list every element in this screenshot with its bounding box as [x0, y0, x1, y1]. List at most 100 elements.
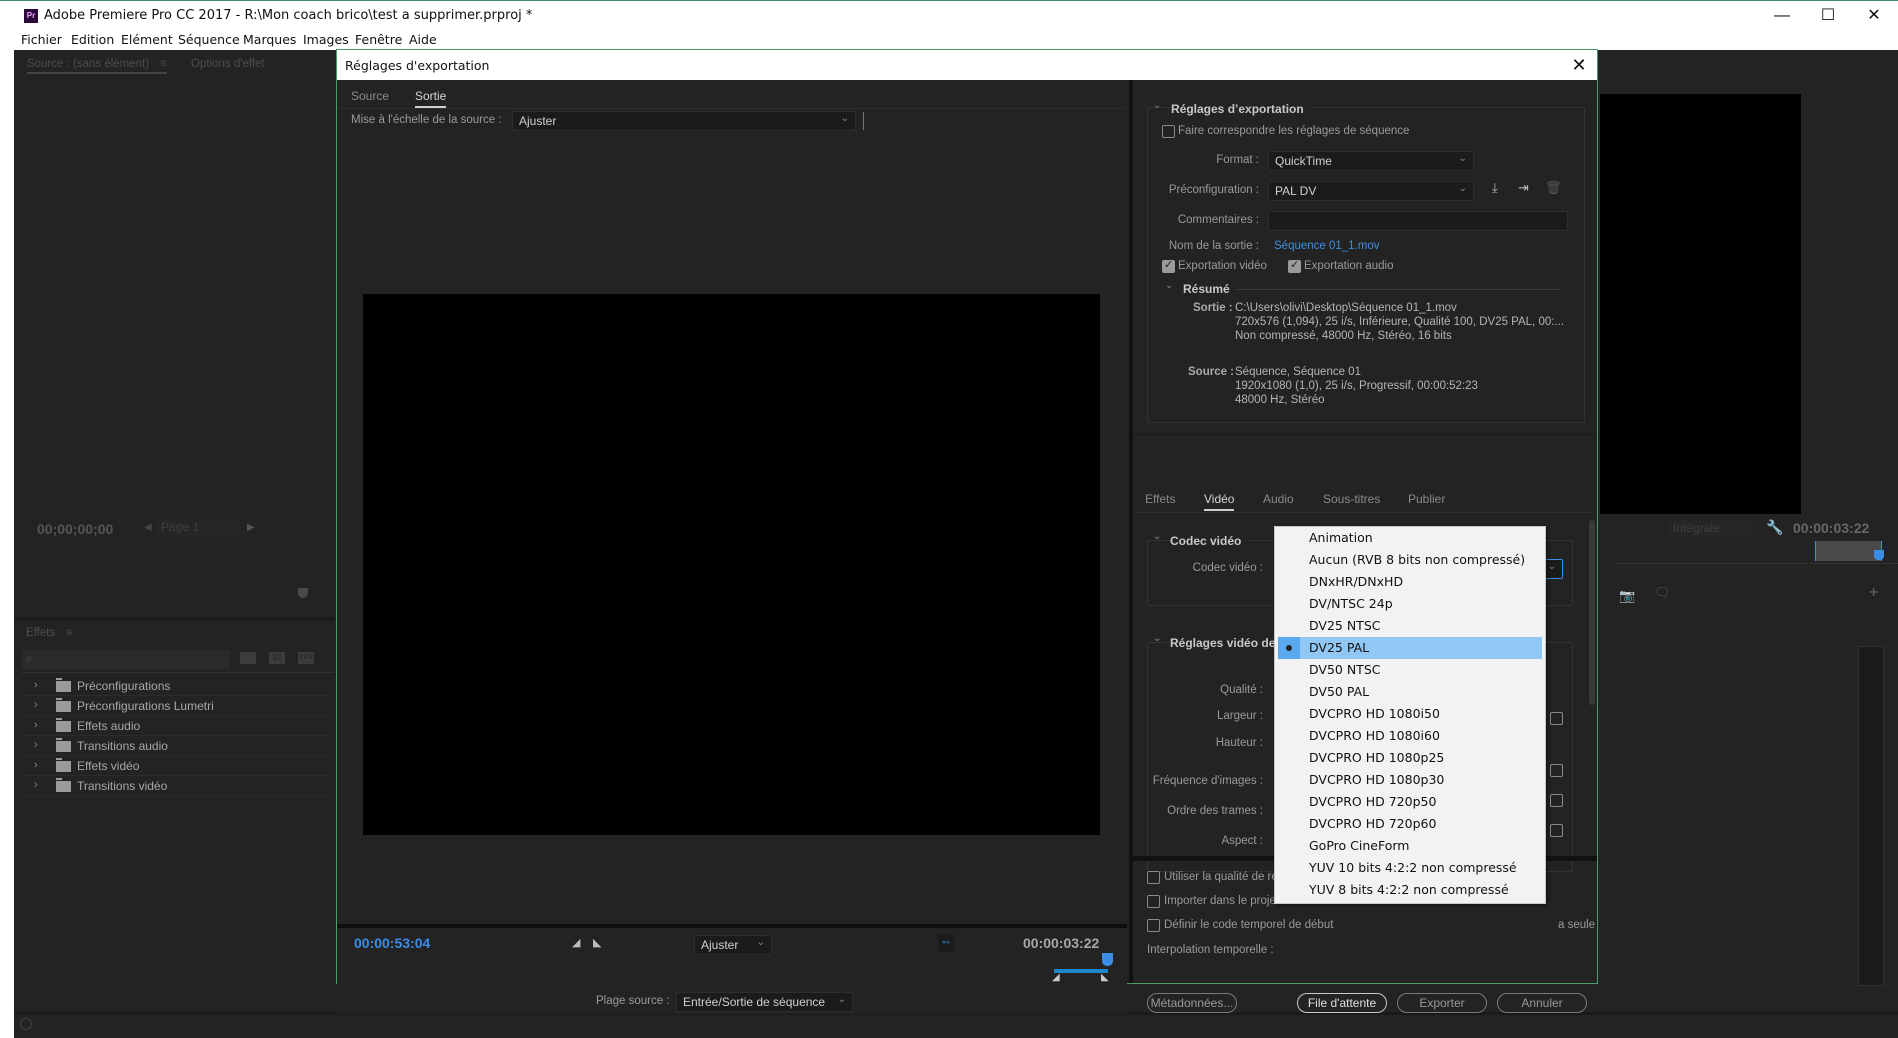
- effects-tree-item[interactable]: › Transitions vidéo: [22, 776, 332, 796]
- out-point-handle[interactable]: ◣: [1101, 972, 1109, 983]
- tab-sortie[interactable]: Sortie: [415, 89, 447, 108]
- menu-marques[interactable]: Marques: [243, 32, 296, 47]
- export-button[interactable]: Exporter: [1397, 993, 1487, 1013]
- scale-select[interactable]: Ajuster ⌄: [512, 111, 856, 131]
- import-project-checkbox[interactable]: [1147, 895, 1160, 908]
- codec-option[interactable]: YUV 8 bits 4:2:2 non compressé: [1275, 879, 1545, 901]
- set-in-point-icon[interactable]: ◢: [572, 936, 580, 949]
- width-match-checkbox[interactable]: [1550, 712, 1563, 725]
- max-render-quality-checkbox[interactable]: [1147, 871, 1160, 884]
- program-zoom-select[interactable]: Intégrale: [1667, 520, 1753, 536]
- codec-option[interactable]: DNxHR/DNxHD: [1275, 571, 1545, 593]
- codec-option[interactable]: DVCPRO HD 1080p25: [1275, 747, 1545, 769]
- comment-icon[interactable]: 🗨: [1654, 585, 1671, 601]
- 32bit-effects-icon[interactable]: 32: [269, 652, 285, 664]
- import-preset-icon[interactable]: ⇥: [1518, 180, 1529, 196]
- output-name-link[interactable]: Séquence 01_1.mov: [1274, 240, 1380, 252]
- format-select[interactable]: QuickTime ⌄: [1268, 151, 1474, 171]
- codec-option[interactable]: GoPro CineForm: [1275, 835, 1545, 857]
- yuv-effects-icon[interactable]: YUV: [298, 652, 314, 664]
- codec-option[interactable]: DVCPRO HD 1080p30: [1275, 769, 1545, 791]
- tab-sous-titres[interactable]: Sous-titres: [1323, 492, 1380, 506]
- effects-tree-item[interactable]: › Préconfigurations Lumetri: [22, 696, 332, 716]
- codec-option[interactable]: DV/NTSC 24p: [1275, 593, 1545, 615]
- effects-tree-item[interactable]: › Préconfigurations: [22, 676, 332, 696]
- set-out-point-icon[interactable]: ◣: [593, 936, 601, 949]
- accelerated-effects-icon[interactable]: [240, 652, 256, 664]
- camera-icon[interactable]: 📷: [1619, 588, 1635, 604]
- in-point-handle[interactable]: ◢: [1052, 972, 1060, 983]
- effects-search-input[interactable]: ⌕: [22, 650, 230, 669]
- panel-menu-icon[interactable]: ≡: [160, 58, 167, 70]
- effects-tree-item[interactable]: › Transitions audio: [22, 736, 332, 756]
- program-playhead[interactable]: [1874, 550, 1884, 560]
- menu-fichier[interactable]: Fichier: [21, 32, 62, 47]
- collapse-chevron-icon[interactable]: ⌄: [1153, 633, 1161, 644]
- marker-icon[interactable]: [298, 588, 308, 598]
- zoom-select[interactable]: Ajuster ⌄: [694, 935, 772, 955]
- tab-video[interactable]: Vidéo: [1204, 492, 1235, 511]
- effects-tree-item[interactable]: › Effets vidéo: [22, 756, 332, 776]
- codec-option[interactable]: DV25 NTSC: [1275, 615, 1545, 637]
- start-timecode-checkbox[interactable]: [1147, 919, 1160, 932]
- frame-rate-match-checkbox[interactable]: [1550, 764, 1563, 777]
- collapse-chevron-icon[interactable]: ⌄: [1165, 280, 1173, 291]
- settings-scrollbar[interactable]: [1589, 520, 1595, 705]
- codec-option[interactable]: Animation: [1275, 527, 1545, 549]
- wrench-icon[interactable]: 🔧: [1766, 519, 1783, 536]
- tab-audio[interactable]: Audio: [1263, 492, 1294, 506]
- codec-option[interactable]: DVCPRO HD 720p60: [1275, 813, 1545, 835]
- tab-publier[interactable]: Publier: [1408, 492, 1445, 506]
- codec-option[interactable]: YUV 10 bits 4:2:2 non compressé: [1275, 857, 1545, 879]
- chevron-right-icon[interactable]: ›: [34, 679, 38, 691]
- codec-option[interactable]: Aucun (RVB 8 bits non compressé): [1275, 549, 1545, 571]
- menu-edition[interactable]: Edition: [71, 32, 114, 47]
- dialog-close-button[interactable]: ✕: [1567, 53, 1591, 77]
- menu-sequence[interactable]: Séquence: [178, 32, 240, 47]
- chevron-right-icon[interactable]: ›: [34, 699, 38, 711]
- source-panel-tab[interactable]: Source : (sans élément) ≡: [27, 58, 168, 74]
- close-window-button[interactable]: ✕: [1851, 1, 1897, 31]
- prev-page-icon[interactable]: ◀: [144, 522, 152, 533]
- minimize-button[interactable]: —: [1759, 1, 1805, 31]
- chevron-right-icon[interactable]: ›: [34, 779, 38, 791]
- next-page-icon[interactable]: ▶: [247, 522, 255, 533]
- source-range-select[interactable]: Entrée/Sortie de séquence ⌄: [676, 992, 853, 1012]
- menu-aide[interactable]: Aide: [409, 32, 437, 47]
- chevron-right-icon[interactable]: ›: [34, 739, 38, 751]
- aspect-match-checkbox[interactable]: [1550, 824, 1563, 837]
- effects-tab[interactable]: Effets: [26, 627, 55, 639]
- add-button-icon[interactable]: +: [1869, 584, 1878, 602]
- aspect-toggle-icon[interactable]: ⇔: [938, 934, 954, 952]
- match-sequence-checkbox[interactable]: [1162, 125, 1175, 138]
- source-range-bar[interactable]: [1054, 969, 1108, 973]
- export-video-checkbox[interactable]: [1162, 258, 1175, 273]
- comments-input[interactable]: [1268, 211, 1568, 231]
- menu-element[interactable]: Elément: [121, 32, 173, 47]
- collapse-chevron-icon[interactable]: ⌄: [1153, 100, 1161, 111]
- codec-option[interactable]: DVCPRO HD 720p50: [1275, 791, 1545, 813]
- codec-option[interactable]: DV50 NTSC: [1275, 659, 1545, 681]
- chevron-right-icon[interactable]: ›: [34, 719, 38, 731]
- codec-option[interactable]: DVCPRO HD 1080i50: [1275, 703, 1545, 725]
- field-order-match-checkbox[interactable]: [1550, 794, 1563, 807]
- menu-images[interactable]: Images: [303, 32, 349, 47]
- menu-fenetre[interactable]: Fenêtre: [355, 32, 402, 47]
- playhead[interactable]: [1102, 953, 1113, 966]
- preset-select[interactable]: PAL DV ⌄: [1268, 181, 1474, 201]
- tab-source[interactable]: Source: [351, 89, 389, 103]
- export-audio-checkbox[interactable]: [1288, 258, 1301, 273]
- cancel-button[interactable]: Annuler: [1497, 993, 1587, 1013]
- delete-preset-icon[interactable]: 🗑: [1545, 180, 1562, 196]
- codec-option[interactable]: DVCPRO HD 1080i60: [1275, 725, 1545, 747]
- effects-tree-item[interactable]: › Effets audio: [22, 716, 332, 736]
- current-timecode[interactable]: 00:00:53:04: [354, 935, 430, 951]
- effects-menu-icon[interactable]: ≡: [66, 627, 73, 639]
- chevron-right-icon[interactable]: ›: [34, 759, 38, 771]
- collapse-chevron-icon[interactable]: ⌄: [1153, 531, 1161, 542]
- codec-option[interactable]: DV50 PAL: [1275, 681, 1545, 703]
- effect-options-tab[interactable]: Options d'effet: [191, 58, 265, 70]
- program-inout-range[interactable]: [1815, 541, 1882, 561]
- tab-effets[interactable]: Effets: [1145, 492, 1175, 506]
- metadata-button[interactable]: Métadonnées...: [1147, 993, 1237, 1013]
